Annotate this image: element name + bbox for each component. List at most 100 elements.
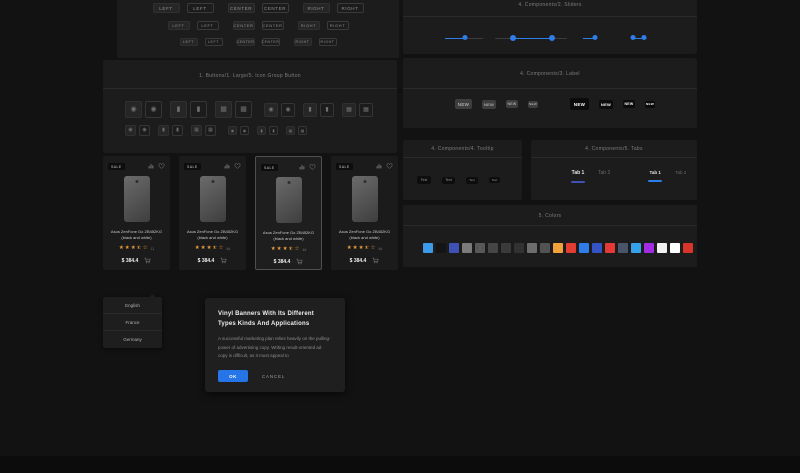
button-row-small: LEFT LEFT CENTER CENTER RIGHT RIGHT [117, 38, 399, 46]
tab-1-active[interactable]: Tab 1 [571, 170, 585, 183]
bookmark-icon-button[interactable]: ▮ [172, 125, 183, 136]
image-icon-button[interactable]: ▦ [235, 101, 252, 118]
slider-single[interactable] [445, 33, 483, 43]
new-label: NEW [455, 99, 472, 109]
camera-icon-button[interactable]: ◉ [228, 126, 237, 135]
language-dropdown-menu: English France Germany [103, 293, 162, 348]
slider-thumb[interactable] [510, 34, 516, 41]
cart-icon[interactable] [220, 257, 227, 264]
product-card[interactable]: SALE Asus ZenFone Go ZB452KG (black and … [331, 156, 398, 270]
image-icon-button[interactable]: ▦ [215, 101, 232, 118]
center-button-outlined[interactable]: CENTER [261, 38, 280, 46]
camera-icon-button[interactable]: ◉ [240, 126, 249, 135]
star-icon: ★ [200, 244, 206, 251]
slider-range[interactable] [495, 33, 567, 43]
dropdown-item-germany[interactable]: Germany [103, 331, 162, 348]
center-button-contained[interactable]: CENTER [232, 21, 255, 30]
tooltip: Text [466, 176, 478, 184]
compare-icon[interactable] [299, 164, 305, 170]
left-button-outlined[interactable]: LEFT [186, 3, 214, 13]
tab-group-1: Tab 1 Tab 2 [571, 170, 610, 183]
image-icon-button[interactable]: ▦ [359, 102, 373, 117]
left-button-contained[interactable]: LEFT [179, 38, 198, 46]
product-card-highlighted[interactable]: SALE Asus ZenFone Go ZB452KG (black and … [255, 156, 322, 270]
favorite-icon[interactable] [234, 163, 241, 169]
bookmark-icon: ▮ [176, 127, 179, 133]
camera-icon-button[interactable]: ◉ [281, 102, 295, 117]
color-swatch [462, 243, 472, 253]
slider-thumb[interactable] [592, 35, 598, 41]
left-button-contained[interactable]: LEFT [152, 3, 180, 13]
tooltip: Text [489, 177, 500, 183]
slider-range-small[interactable] [630, 33, 647, 43]
slider-thumb[interactable] [641, 35, 647, 41]
tab-2[interactable]: Tab 2 [675, 170, 686, 183]
left-button-outlined[interactable]: LEFT [196, 21, 219, 30]
slider-thumb[interactable] [548, 34, 555, 41]
image-icon-button[interactable]: ▦ [286, 126, 295, 135]
compare-icon[interactable] [148, 163, 154, 169]
center-button-outlined[interactable]: CENTER [261, 21, 284, 30]
right-button-outlined[interactable]: RIGHT [336, 3, 364, 13]
right-button-contained[interactable]: RIGHT [297, 21, 320, 30]
image-icon-button[interactable]: ▦ [298, 126, 307, 135]
review-count: 46 [302, 247, 307, 252]
left-button-outlined[interactable]: LEFT [204, 38, 223, 46]
cart-icon[interactable] [372, 257, 379, 264]
slider-single-small[interactable] [583, 33, 598, 43]
slider-thumb[interactable] [630, 35, 636, 41]
color-swatch [670, 243, 680, 253]
favorite-icon[interactable] [309, 164, 316, 170]
center-button-contained[interactable]: CENTER [227, 3, 255, 13]
dropdown-item-france[interactable]: France [103, 314, 162, 331]
cart-icon[interactable] [144, 257, 151, 264]
bookmark-icon-button[interactable]: ▮ [269, 126, 278, 135]
slider-thumb[interactable] [462, 35, 468, 41]
right-button-outlined[interactable]: RIGHT [326, 21, 349, 30]
left-button-contained[interactable]: LEFT [167, 21, 190, 30]
compare-icon[interactable] [376, 163, 382, 169]
right-button-contained[interactable]: RIGHT [293, 38, 312, 46]
favorite-icon[interactable] [386, 163, 393, 169]
modal-body-text: A successful marketing plan relies heavi… [218, 336, 331, 359]
product-card[interactable]: SALE Asus ZenFone Go ZB452KG (black and … [179, 156, 246, 270]
button-row-large: LEFT LEFT CENTER CENTER RIGHT RIGHT [117, 3, 399, 13]
bookmark-icon-button[interactable]: ▮ [190, 101, 207, 118]
bookmark-icon: ▮ [162, 127, 165, 133]
bookmark-icon-button[interactable]: ▮ [320, 102, 334, 117]
product-title: Asus ZenFone Go ZB452KG (black and white… [186, 229, 239, 241]
tab-1-active[interactable]: Tab 1 [648, 170, 663, 183]
camera-icon-button[interactable]: ◉ [145, 101, 162, 118]
tab-2[interactable]: Tab 2 [598, 170, 610, 183]
half-star-icon: ☆ ★ [136, 244, 142, 251]
bookmark-icon-button[interactable]: ▮ [303, 102, 317, 117]
camera-icon-button[interactable]: ◉ [125, 101, 142, 118]
image-icon-button[interactable]: ▦ [205, 125, 216, 136]
cancel-button[interactable]: CANCEL [262, 374, 285, 379]
image-icon: ▦ [194, 127, 199, 133]
color-swatch [683, 243, 693, 253]
image-icon-button[interactable]: ▦ [191, 125, 202, 136]
favorite-icon[interactable] [158, 163, 165, 169]
bookmark-icon-button[interactable]: ▮ [257, 126, 266, 135]
star-icon: ★ [206, 244, 212, 251]
new-label: NEW [528, 100, 538, 108]
camera-icon-button[interactable]: ◉ [264, 102, 278, 117]
camera-icon: ◉ [128, 127, 133, 133]
bookmark-icon-button[interactable]: ▮ [158, 125, 169, 136]
product-card[interactable]: SALE Asus ZenFone Go ZB452KG (black and … [103, 156, 170, 270]
ok-button[interactable]: OK [218, 370, 248, 383]
camera-icon: ◉ [230, 127, 235, 133]
center-button-outlined[interactable]: CENTER [261, 3, 289, 13]
image-icon-button[interactable]: ▦ [342, 102, 356, 117]
compare-icon[interactable] [224, 163, 230, 169]
right-button-outlined[interactable]: RIGHT [318, 38, 337, 46]
camera-icon-button[interactable]: ◉ [125, 125, 136, 136]
camera-icon-button[interactable]: ◉ [139, 125, 150, 136]
bookmark-icon-button[interactable]: ▮ [170, 101, 187, 118]
review-count: 46 [226, 246, 231, 251]
right-button-contained[interactable]: RIGHT [302, 3, 330, 13]
product-price: $ 384.4 [121, 257, 139, 264]
cart-icon[interactable] [296, 258, 303, 265]
center-button-contained[interactable]: CENTER [236, 38, 255, 46]
